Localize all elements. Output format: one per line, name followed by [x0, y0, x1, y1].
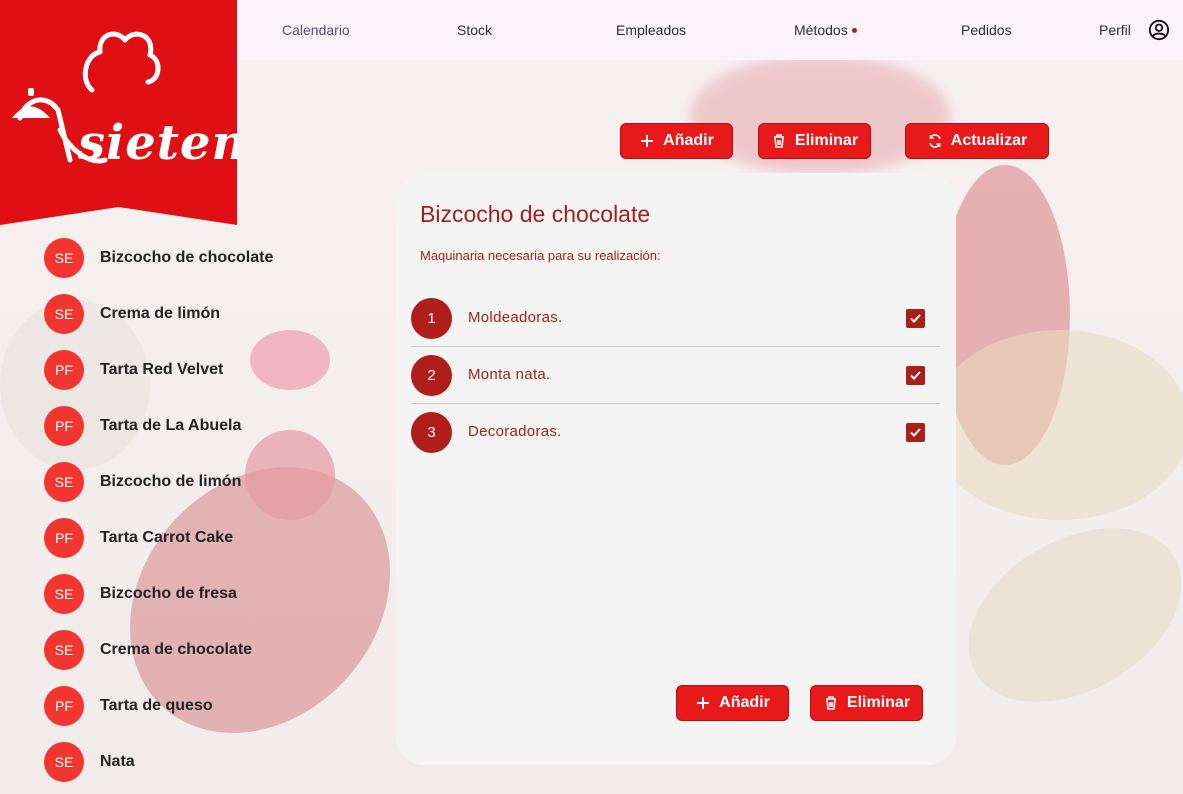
avatar: SE	[44, 630, 84, 670]
avatar: PF	[44, 406, 84, 446]
add-button-label: Añadir	[663, 132, 714, 149]
step-number: 2	[411, 355, 452, 396]
delete-button[interactable]: Eliminar	[758, 123, 871, 159]
list-item[interactable]: SE Bizcocho de limón	[44, 454, 344, 510]
trash-icon	[773, 134, 784, 148]
machine-label: Monta nata.	[468, 366, 551, 383]
detail-add-label: Añadir	[719, 694, 770, 711]
step-number: 3	[411, 412, 452, 453]
notification-dot	[851, 28, 857, 33]
nav-metodos[interactable]: Métodos	[794, 22, 857, 38]
machine-label: Decoradoras.	[468, 423, 562, 440]
step-number: 1	[411, 298, 452, 339]
nav-calendario[interactable]: Calendario	[282, 22, 350, 38]
nav-stock[interactable]: Stock	[457, 22, 492, 38]
refresh-icon	[928, 134, 941, 148]
detail-delete-button[interactable]: Eliminar	[810, 685, 923, 721]
detail-add-button[interactable]: Añadir	[676, 685, 789, 721]
recipe-list: SE Bizcocho de chocolate SE Crema de limón…	[44, 230, 344, 790]
refresh-button-label: Actualizar	[950, 132, 1028, 149]
check-icon	[910, 314, 921, 323]
machine-label: Moldeadoras.	[468, 309, 563, 326]
list-item: 2 Monta nata.	[411, 347, 940, 404]
detail-card: Bizcocho de chocolate Maquinaria necesar…	[396, 173, 956, 765]
list-item[interactable]: SE Bizcocho de chocolate	[44, 230, 344, 286]
list-item-label: Bizcocho de chocolate	[100, 249, 274, 266]
list-item-label: Tarta Red Velvet	[100, 361, 224, 378]
avatar: SE	[44, 462, 84, 502]
plus-icon	[641, 135, 654, 147]
detail-delete-label: Eliminar	[846, 694, 911, 711]
avatar: SE	[44, 574, 84, 614]
nav-metodos-label: Métodos	[794, 22, 848, 38]
list-item-label: Crema de limón	[100, 305, 221, 322]
avatar: SE	[44, 238, 84, 278]
account-circle-icon[interactable]	[1148, 19, 1170, 41]
detail-title: Bizcocho de chocolate	[420, 201, 651, 227]
check-icon	[910, 428, 921, 437]
avatar: SE	[44, 294, 84, 334]
list-item: 3 Decoradoras.	[411, 404, 940, 461]
avatar: PF	[44, 350, 84, 390]
list-item[interactable]: SE Crema de chocolate	[44, 622, 344, 678]
add-button[interactable]: Añadir	[620, 123, 733, 159]
avatar: SE	[44, 742, 84, 782]
list-item[interactable]: SE Crema de limón	[44, 286, 344, 342]
list-item-label: Crema de chocolate	[100, 641, 253, 658]
nav-empleados[interactable]: Empleados	[616, 22, 686, 38]
list-item-label: Tarta Carrot Cake	[100, 529, 234, 546]
nav-pedidos[interactable]: Pedidos	[961, 22, 1012, 38]
detail-subtitle: Maquinaria necesaria para su realización…	[420, 248, 661, 263]
checkbox[interactable]	[906, 309, 925, 328]
brand-logo: sietem	[0, 0, 237, 225]
logo-text: sietem	[78, 115, 264, 171]
list-item[interactable]: SE Bizcocho de fresa	[44, 566, 344, 622]
plus-icon	[697, 697, 710, 709]
list-item[interactable]: PF Tarta de queso	[44, 678, 344, 734]
machine-list: 1 Moldeadoras. 2 Monta nata. 3 Decorador…	[411, 290, 940, 461]
nav-perfil[interactable]: Perfil	[1099, 22, 1131, 38]
list-item-label: Tarta de La Abuela	[100, 417, 242, 434]
list-item-label: Bizcocho de limón	[100, 473, 242, 490]
top-nav: Calendario Stock Empleados Métodos Pedid…	[237, 0, 1183, 60]
list-item-label: Tarta de queso	[100, 697, 213, 714]
list-item: 1 Moldeadoras.	[411, 290, 940, 347]
avatar: PF	[44, 686, 84, 726]
trash-icon	[825, 696, 836, 710]
checkbox[interactable]	[906, 366, 925, 385]
list-item[interactable]: PF Tarta de La Abuela	[44, 398, 344, 454]
list-item[interactable]: PF Tarta Red Velvet	[44, 342, 344, 398]
avatar: PF	[44, 518, 84, 558]
list-item[interactable]: SE Nata	[44, 734, 344, 790]
list-item[interactable]: PF Tarta Carrot Cake	[44, 510, 344, 566]
delete-button-label: Eliminar	[794, 132, 859, 149]
check-icon	[910, 371, 921, 380]
refresh-button[interactable]: Actualizar	[905, 123, 1049, 159]
list-item-label: Nata	[100, 753, 135, 770]
checkbox[interactable]	[906, 423, 925, 442]
list-item-label: Bizcocho de fresa	[100, 585, 237, 602]
